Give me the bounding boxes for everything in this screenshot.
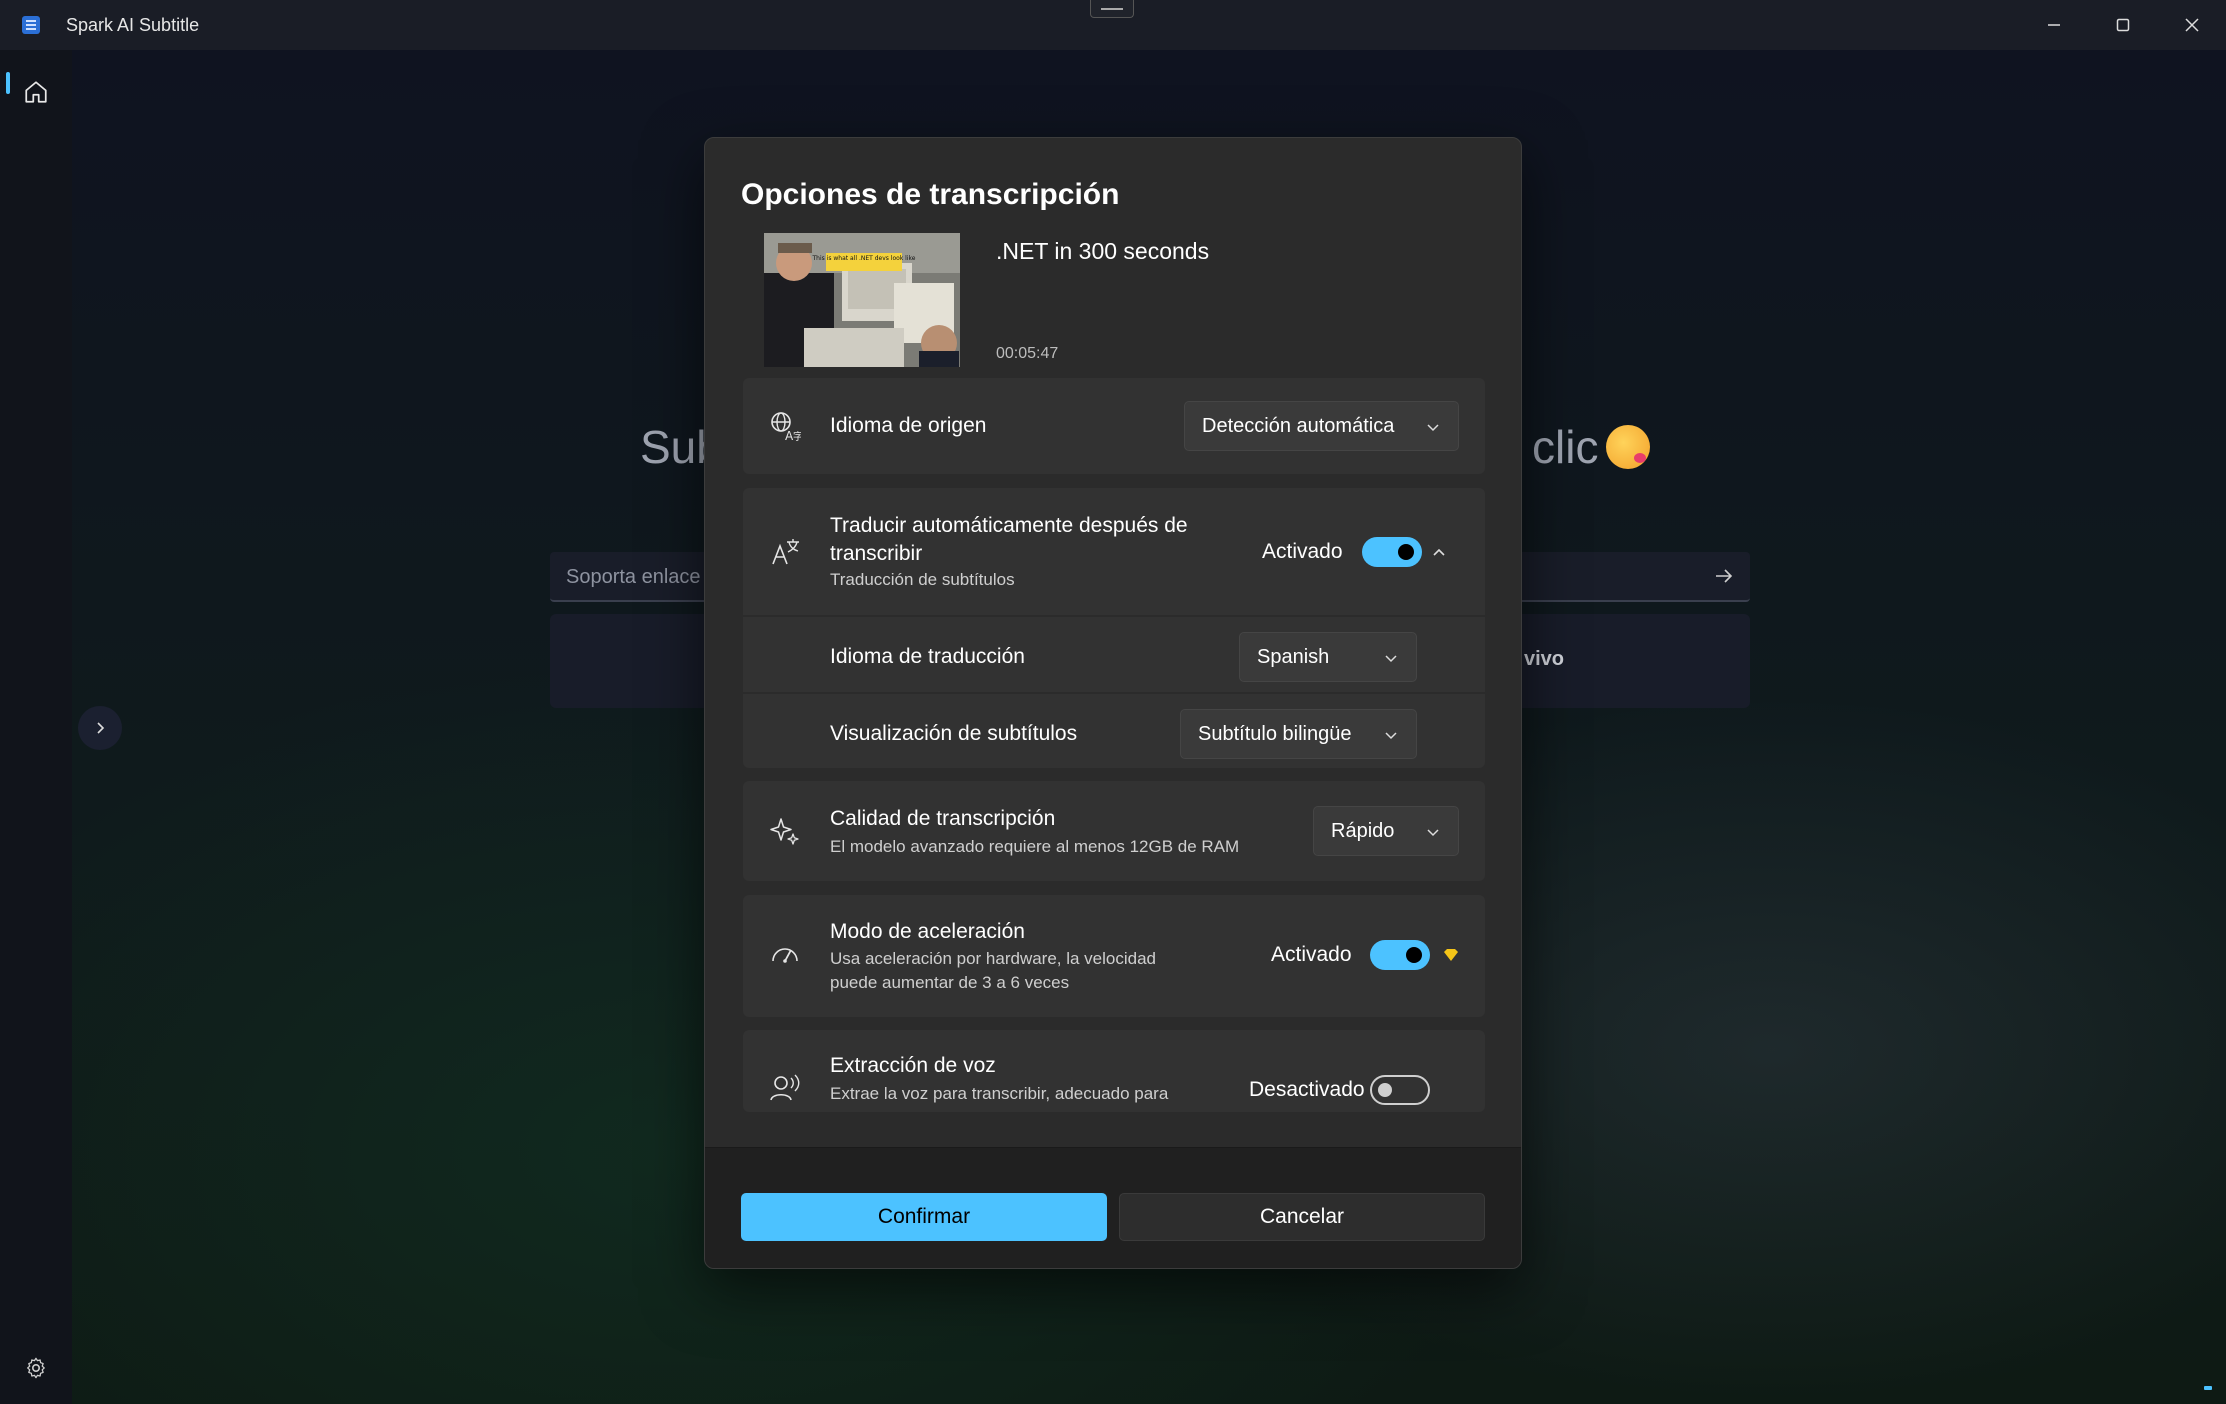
acceleration-state: Activado — [1271, 943, 1352, 966]
minimize-icon — [2047, 24, 2060, 26]
maximize-icon — [2116, 18, 2129, 32]
confirm-button[interactable]: Confirmar — [741, 1193, 1107, 1241]
chevron-right-icon — [97, 722, 105, 734]
quality-dropdown[interactable]: Rápido — [1313, 806, 1459, 856]
source-language-card: A 字 Idioma de origen Detección automátic… — [743, 378, 1485, 474]
voice-extraction-card: Extracción de voz Extrae la voz para tra… — [743, 1030, 1485, 1112]
acceleration-toggle[interactable] — [1370, 940, 1430, 970]
collapse-button[interactable] — [1423, 536, 1455, 568]
quality-card: Calidad de transcripción El modelo avanz… — [743, 781, 1485, 881]
kiss-emoji-icon — [1606, 425, 1651, 469]
chevron-down-icon — [1427, 424, 1439, 432]
voice-extraction-state: Desactivado — [1249, 1078, 1365, 1101]
acceleration-label: Modo de aceleración — [830, 920, 1025, 943]
auto-translate-sublabel: Traducción de subtítulos — [830, 570, 1015, 589]
window-controls — [2019, 0, 2226, 50]
source-language-value: Detección automática — [1202, 414, 1395, 437]
app-title: Spark AI Subtitle — [66, 14, 200, 35]
maximize-button[interactable] — [2088, 0, 2157, 50]
subtitle-display-value: Subtítulo bilingüe — [1198, 722, 1352, 745]
premium-diamond-icon — [1444, 949, 1458, 961]
voice-extraction-sublabel: Extrae la voz para transcribir, adecuado… — [830, 1084, 1169, 1103]
auto-translate-label: Traducir automáticamente después de tran… — [830, 514, 1188, 565]
minimize-button[interactable] — [2019, 0, 2088, 50]
video-title: .NET in 300 seconds — [996, 238, 1210, 264]
arrow-right-icon[interactable] — [1712, 564, 1736, 588]
dialog-footer: Confirmar Cancelar — [705, 1147, 1521, 1268]
voice-person-icon — [767, 1070, 803, 1106]
background-card-text: vivo — [1524, 648, 1565, 670]
sidebar — [0, 50, 72, 1404]
transcription-options-dialog: Opciones de transcripción This is what a… — [704, 137, 1522, 1269]
source-language-dropdown[interactable]: Detección automática — [1184, 401, 1459, 451]
cancel-button[interactable]: Cancelar — [1119, 1193, 1485, 1241]
subtitle-display-label: Visualización de subtítulos — [830, 722, 1078, 745]
globe-language-icon: A 字 — [767, 408, 803, 444]
background-url-placeholder: Soporta enlace — [566, 566, 701, 588]
video-thumbnail: This is what all .NET devs look like — [764, 233, 960, 367]
sidebar-item-home[interactable] — [6, 70, 66, 114]
svg-text:字: 字 — [793, 430, 801, 442]
translation-language-label: Idioma de traducción — [830, 645, 1025, 668]
background-headline-right: clic — [1532, 420, 1651, 474]
expand-sidebar-button[interactable] — [78, 706, 122, 750]
divider — [743, 692, 1485, 694]
translation-language-value: Spanish — [1257, 645, 1330, 668]
translation-language-dropdown[interactable]: Spanish — [1239, 632, 1417, 682]
auto-translate-toggle[interactable] — [1362, 537, 1422, 567]
chevron-down-icon — [1385, 732, 1397, 740]
acceleration-card: Modo de aceleración Usa aceleración por … — [743, 895, 1485, 1017]
speedometer-icon — [767, 937, 803, 973]
close-icon — [2184, 18, 2199, 32]
app-logo-icon — [22, 16, 40, 34]
subtitle-display-dropdown[interactable]: Subtítulo bilingüe — [1180, 709, 1417, 759]
auto-translate-state: Activado — [1262, 540, 1343, 563]
gear-icon — [27, 1357, 45, 1379]
chevron-down-icon — [1385, 655, 1397, 663]
home-icon — [25, 81, 47, 103]
video-thumbnail-image: This is what all .NET devs look like — [764, 233, 960, 367]
thumbnail-caption: This is what all .NET devs look like — [812, 255, 916, 262]
quality-value: Rápido — [1331, 819, 1395, 842]
video-duration: 00:05:47 — [996, 345, 1059, 362]
quality-sublabel: El modelo avanzado requiere al menos 12G… — [830, 837, 1240, 856]
options-scroll-clip: Extracción de voz Extrae la voz para tra… — [743, 1030, 1485, 1112]
title-bar: Spark AI Subtitle — [0, 0, 2226, 50]
acceleration-sublabel: Usa aceleración por hardware, la velocid… — [830, 949, 1157, 992]
sparkle-icon — [767, 813, 803, 849]
source-language-label: Idioma de origen — [830, 414, 987, 437]
auto-translate-card: Traducir automáticamente después de tran… — [743, 488, 1485, 768]
quality-label: Calidad de transcripción — [830, 807, 1056, 830]
chevron-up-icon — [1433, 548, 1445, 556]
chevron-down-icon — [1427, 829, 1439, 837]
voice-extraction-toggle[interactable] — [1370, 1075, 1430, 1105]
close-button[interactable] — [2157, 0, 2226, 50]
translate-icon — [767, 534, 803, 570]
dialog-title: Opciones de transcripción — [741, 178, 1120, 211]
sidebar-item-settings[interactable] — [14, 1346, 58, 1390]
drag-handle[interactable] — [1090, 0, 1134, 18]
resize-grip[interactable] — [2204, 1386, 2212, 1390]
background-headline-right-text: clic — [1532, 421, 1599, 473]
voice-extraction-label: Extracción de voz — [830, 1054, 996, 1077]
divider — [743, 615, 1485, 617]
